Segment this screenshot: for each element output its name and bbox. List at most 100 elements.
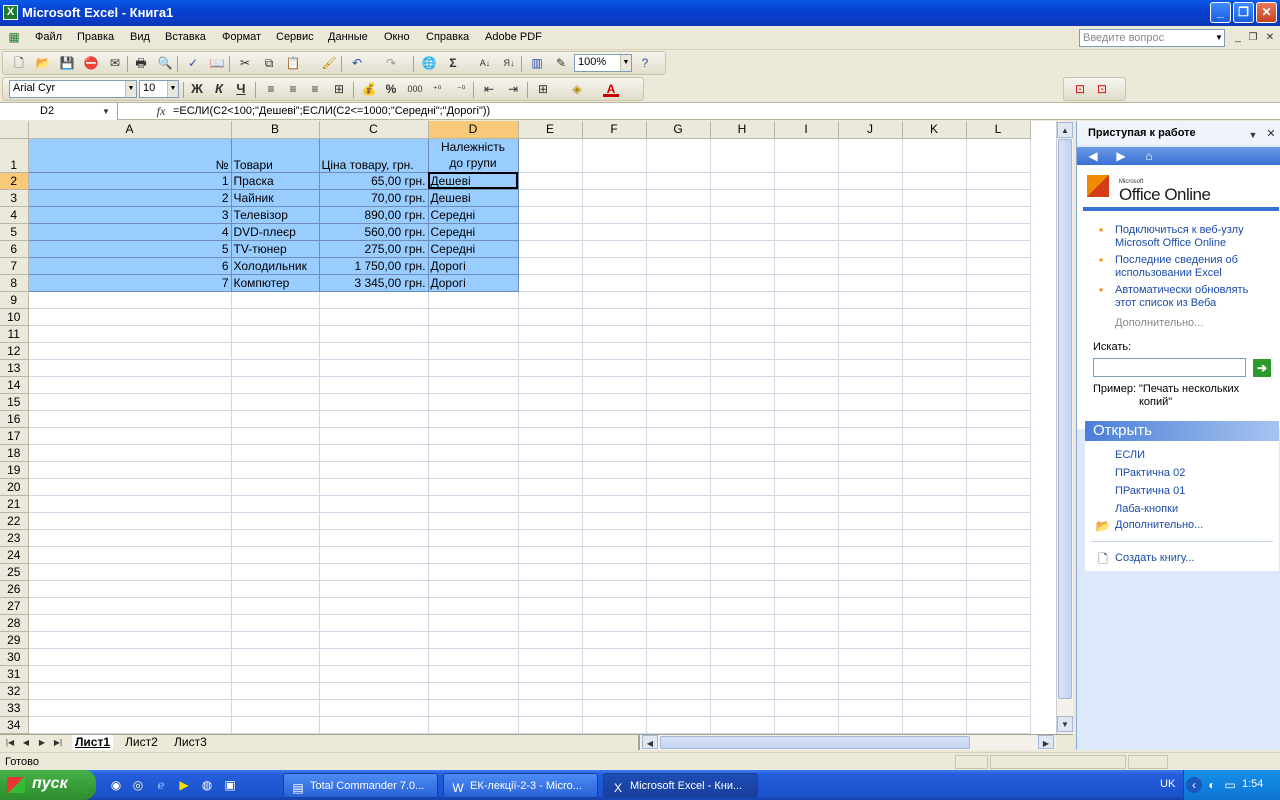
create-workbook-link[interactable]: Создать книгу...: [1115, 552, 1194, 564]
cell[interactable]: [518, 291, 583, 309]
cell[interactable]: [966, 393, 1031, 411]
cell[interactable]: [582, 444, 647, 462]
cell[interactable]: [428, 529, 519, 547]
cell[interactable]: [838, 206, 903, 224]
link-auto-update[interactable]: Автоматически обновлять этот список из В…: [1115, 284, 1265, 310]
cell[interactable]: [902, 648, 967, 666]
cell[interactable]: [838, 393, 903, 411]
cell[interactable]: [231, 716, 320, 734]
ask-dropdown-arrow[interactable]: ▼: [1214, 30, 1224, 46]
font-color-icon[interactable]: A: [603, 81, 619, 97]
insert-function-icon[interactable]: fx: [153, 103, 169, 119]
link-latest-news[interactable]: Последние сведения об использовании Exce…: [1115, 254, 1265, 280]
cell[interactable]: [966, 257, 1031, 275]
cell[interactable]: [646, 478, 711, 496]
cell-b[interactable]: Чайник: [231, 189, 320, 207]
worksheet-grid[interactable]: A B C D E F G H I J K L 1 № Товари Ціна …: [0, 121, 1056, 734]
cell[interactable]: [838, 546, 903, 564]
cell[interactable]: [319, 359, 429, 377]
task-word-document[interactable]: ЕК-лекції-2-3 - Micro...: [443, 773, 598, 798]
column-header-j[interactable]: J: [838, 121, 903, 139]
cell[interactable]: [428, 648, 519, 666]
cell[interactable]: [28, 342, 232, 360]
cell[interactable]: [428, 495, 519, 513]
cell[interactable]: [231, 665, 320, 683]
cell[interactable]: [710, 206, 775, 224]
cell[interactable]: [646, 682, 711, 700]
cell[interactable]: [902, 614, 967, 632]
prev-sheet-icon[interactable]: ◀: [18, 735, 34, 751]
cell[interactable]: [710, 172, 775, 190]
cell[interactable]: [518, 376, 583, 394]
cell[interactable]: [582, 461, 647, 479]
cell[interactable]: [774, 393, 839, 411]
cell-b[interactable]: Компютер: [231, 274, 320, 292]
cell-b[interactable]: Холодильник: [231, 257, 320, 275]
row-header[interactable]: 23: [0, 529, 29, 547]
cell[interactable]: [28, 325, 232, 343]
cell[interactable]: [710, 529, 775, 547]
cell[interactable]: [646, 648, 711, 666]
cell-a[interactable]: 3: [28, 206, 232, 224]
cell[interactable]: [428, 376, 519, 394]
cell[interactable]: [966, 376, 1031, 394]
row-header[interactable]: 22: [0, 512, 29, 530]
cell[interactable]: [518, 410, 583, 428]
cell[interactable]: [28, 461, 232, 479]
cell[interactable]: [902, 427, 967, 445]
cell[interactable]: [646, 376, 711, 394]
quicklaunch-icon[interactable]: ◎: [130, 777, 146, 793]
cell[interactable]: [966, 631, 1031, 649]
scroll-left-icon[interactable]: ◀: [642, 735, 658, 749]
recent-file-link[interactable]: Лаба-кнопки: [1115, 503, 1178, 515]
cell-a1[interactable]: №: [28, 138, 232, 173]
underline-button[interactable]: Ч: [233, 81, 249, 97]
cell[interactable]: [319, 461, 429, 479]
row-header[interactable]: 24: [0, 546, 29, 564]
cell[interactable]: [646, 410, 711, 428]
cell[interactable]: [710, 546, 775, 564]
row-header[interactable]: 17: [0, 427, 29, 445]
column-header-i[interactable]: I: [774, 121, 839, 139]
row-header[interactable]: 34: [0, 716, 29, 734]
cell[interactable]: [710, 410, 775, 428]
cell[interactable]: [966, 580, 1031, 598]
cell[interactable]: [319, 410, 429, 428]
row-header[interactable]: 21: [0, 495, 29, 513]
cell[interactable]: [319, 580, 429, 598]
cell-d[interactable]: Дешеві: [428, 189, 519, 207]
cell[interactable]: [838, 716, 903, 734]
cell[interactable]: [902, 138, 967, 173]
cell[interactable]: [231, 512, 320, 530]
cell[interactable]: [774, 376, 839, 394]
cell[interactable]: [838, 495, 903, 513]
cell[interactable]: [518, 359, 583, 377]
recent-file-link[interactable]: ПРактична 02: [1115, 467, 1185, 479]
cell[interactable]: [428, 631, 519, 649]
cell[interactable]: [710, 359, 775, 377]
cell[interactable]: [231, 631, 320, 649]
cell[interactable]: [774, 189, 839, 207]
menu-view[interactable]: Вид: [130, 31, 150, 43]
cell-d[interactable]: Дорогі: [428, 274, 519, 292]
cell-c[interactable]: 560,00 грн.: [319, 223, 429, 241]
close-button[interactable]: ✕: [1256, 2, 1277, 23]
cell[interactable]: [428, 359, 519, 377]
column-header-g[interactable]: G: [646, 121, 711, 139]
cell[interactable]: [902, 274, 967, 292]
menu-adobe-pdf[interactable]: Adobe PDF: [485, 31, 542, 43]
cell[interactable]: [319, 478, 429, 496]
cell[interactable]: [646, 614, 711, 632]
cell[interactable]: [582, 563, 647, 581]
cell-d[interactable]: Дешеві: [428, 172, 519, 190]
row-header[interactable]: 27: [0, 597, 29, 615]
menu-format[interactable]: Формат: [222, 31, 261, 43]
cell[interactable]: [428, 478, 519, 496]
cell[interactable]: [838, 665, 903, 683]
row-header[interactable]: 12: [0, 342, 29, 360]
row-header[interactable]: 5: [0, 223, 29, 241]
cell[interactable]: [582, 614, 647, 632]
cell[interactable]: [838, 597, 903, 615]
cell[interactable]: [902, 580, 967, 598]
cell[interactable]: [231, 648, 320, 666]
